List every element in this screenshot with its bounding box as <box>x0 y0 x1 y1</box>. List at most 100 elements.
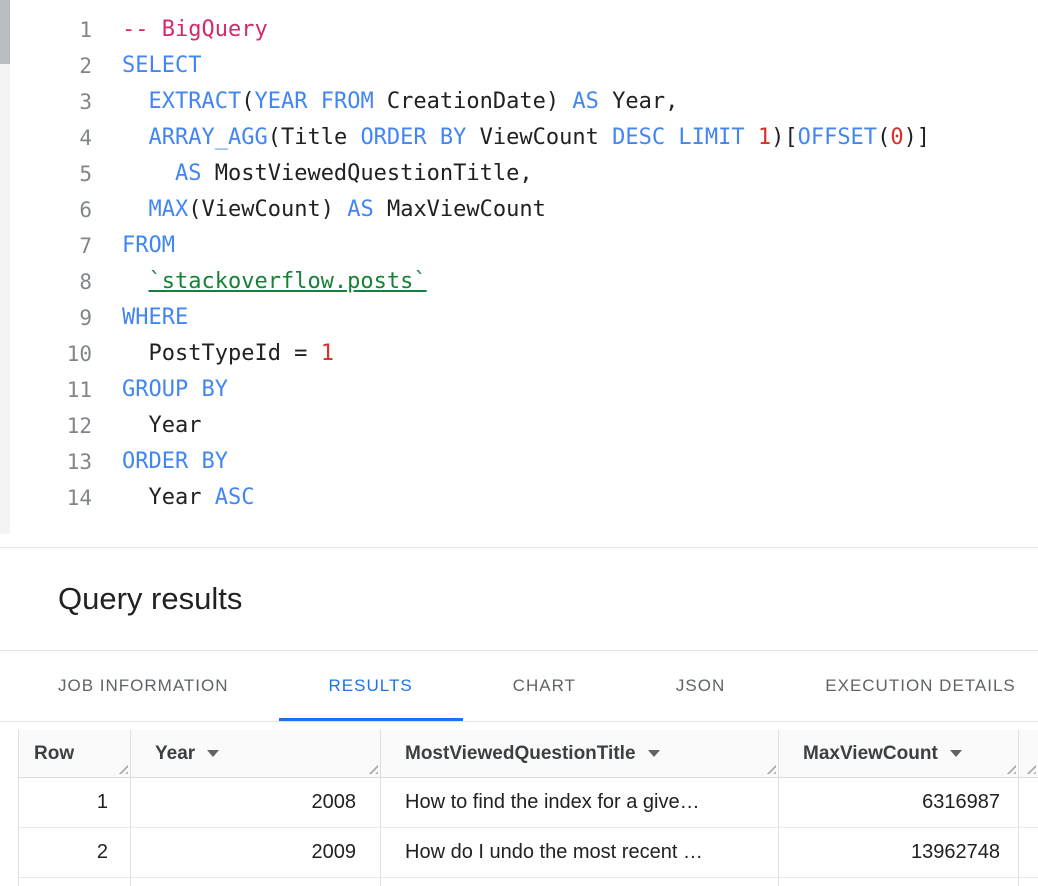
code-text: EXTRACT(YEAR FROM CreationDate) AS Year, <box>122 84 678 120</box>
column-menu-arrow-icon[interactable] <box>950 750 962 757</box>
column-menu-arrow-icon[interactable] <box>207 750 219 757</box>
editor-scrollbar[interactable] <box>0 0 10 534</box>
cell-partial <box>1019 778 1038 827</box>
editor-scrollbar-thumb[interactable] <box>0 0 10 64</box>
token-plain <box>122 161 175 186</box>
token-plain: (ViewCount) <box>188 197 347 222</box>
line-number: 4 <box>0 120 92 156</box>
code-text: WHERE <box>122 300 188 336</box>
token-comment: -- BigQuery <box>122 17 268 42</box>
code-line[interactable]: 14 Year ASC <box>0 480 1038 516</box>
token-plain <box>122 89 149 114</box>
code-line[interactable]: 7 FROM <box>0 228 1038 264</box>
line-number: 6 <box>0 192 92 228</box>
line-number: 9 <box>0 300 92 336</box>
token-table: `stackoverflow.posts` <box>149 269 427 294</box>
line-number: 12 <box>0 408 92 444</box>
tab-json[interactable]: JSON <box>626 651 775 721</box>
code-text: ORDER BY <box>122 444 228 480</box>
table-row: 22009How do I undo the most recent …1396… <box>18 828 1038 878</box>
token-kw: MAX <box>149 197 189 222</box>
code-line[interactable]: 2SELECT <box>0 48 1038 84</box>
code-line[interactable]: 1 -- BigQuery <box>0 12 1038 48</box>
table-body: 12008How to find the index for a give…63… <box>18 778 1038 886</box>
token-kw: ARRAY_AGG <box>149 125 268 150</box>
token-plain <box>122 197 149 222</box>
code-line[interactable]: 5 AS MostViewedQuestionTitle, <box>0 156 1038 192</box>
line-number: 11 <box>0 372 92 408</box>
cell-maxviewcount: 13962748 <box>779 828 1019 877</box>
cell-year: 2008 <box>131 778 381 827</box>
column-header-mostviewedquestiontitle[interactable]: MostViewedQuestionTitle <box>381 730 779 777</box>
tab-job-information[interactable]: JOB INFORMATION <box>8 651 279 721</box>
table-header-row: Row YearMostViewedQuestionTitle MaxViewCou… <box>18 730 1038 778</box>
code-area[interactable]: 1 -- BigQuery 2SELECT3 EXTRACT(YEAR FROM C… <box>0 12 1038 516</box>
code-line[interactable]: 11 GROUP BY <box>0 372 1038 408</box>
token-plain: Year <box>122 413 201 438</box>
code-text: -- BigQuery <box>122 12 268 48</box>
tab-chart[interactable]: CHART <box>463 651 626 721</box>
token-plain: )] <box>904 125 931 150</box>
column-resize-handle[interactable] <box>763 761 776 774</box>
column-header-maxviewcount[interactable]: MaxViewCount <box>779 730 1019 777</box>
column-label: MaxViewCount <box>803 743 938 765</box>
token-plain: Year <box>122 485 215 510</box>
code-line[interactable]: 4 ARRAY_AGG(Title ORDER BY ViewCount DES… <box>0 120 1038 156</box>
code-line[interactable]: 6 MAX(ViewCount) AS MaxViewCount <box>0 192 1038 228</box>
sql-editor[interactable]: 1 -- BigQuery 2SELECT3 EXTRACT(YEAR FROM C… <box>0 0 1038 548</box>
token-kw: DESC <box>612 125 665 150</box>
token-kw: LIMIT <box>678 125 744 150</box>
token-plain: (Title <box>268 125 361 150</box>
cell-row: 2 <box>19 828 131 877</box>
column-resize-handle[interactable] <box>1003 761 1016 774</box>
token-plain: MostViewedQuestionTitle, <box>201 161 532 186</box>
token-plain: Year, <box>599 89 678 114</box>
column-resize-handle[interactable] <box>365 761 378 774</box>
code-line[interactable]: 8 `stackoverflow.posts` <box>0 264 1038 300</box>
token-kw: EXTRACT <box>149 89 242 114</box>
cell-partial <box>381 878 779 886</box>
token-plain: )[ <box>771 125 798 150</box>
column-menu-arrow-icon[interactable] <box>648 750 660 757</box>
line-number: 3 <box>0 84 92 120</box>
token-plain: ( <box>241 89 254 114</box>
code-line[interactable]: 13 ORDER BY <box>0 444 1038 480</box>
results-tabs: JOB INFORMATIONRESULTSCHARTJSONEXECUTION… <box>0 651 1038 722</box>
line-number: 7 <box>0 228 92 264</box>
code-line[interactable]: 9 WHERE <box>0 300 1038 336</box>
cell-maxviewcount: 6316987 <box>779 778 1019 827</box>
code-text: FROM <box>122 228 175 264</box>
line-number: 8 <box>0 264 92 300</box>
column-label: Row <box>34 743 74 765</box>
code-line[interactable]: 10 PostTypeId = 1 <box>0 336 1038 372</box>
cell-partial <box>19 878 131 886</box>
code-text: MAX(ViewCount) AS MaxViewCount <box>122 192 546 228</box>
token-num: 1 <box>321 341 334 366</box>
code-line[interactable]: 12 Year <box>0 408 1038 444</box>
line-number: 1 <box>0 12 92 48</box>
code-text: SELECT <box>122 48 201 84</box>
code-text: Year <box>122 408 201 444</box>
token-kw: GROUP BY <box>122 377 228 402</box>
code-line[interactable]: 3 EXTRACT(YEAR FROM CreationDate) AS Yea… <box>0 84 1038 120</box>
cell-row: 1 <box>19 778 131 827</box>
cell-year: 2009 <box>131 828 381 877</box>
code-text: ARRAY_AGG(Title ORDER BY ViewCount DESC … <box>122 120 930 156</box>
token-num: 1 <box>758 125 771 150</box>
token-kw: OFFSET <box>798 125 877 150</box>
token-plain: CreationDate) <box>374 89 573 114</box>
line-number: 10 <box>0 336 92 372</box>
line-number: 13 <box>0 444 92 480</box>
column-header-year[interactable]: Year <box>131 730 381 777</box>
tab-results[interactable]: RESULTS <box>279 651 463 721</box>
bigquery-console: 1-- BigQuery2SELECT3 EXTRACT(YEAR FROM C… <box>0 0 1038 886</box>
column-header-row[interactable]: Row <box>19 730 131 777</box>
cell-mostviewedquestiontitle: How to find the index for a give… <box>381 778 779 827</box>
tab-execution-details[interactable]: EXECUTION DETAILS <box>775 651 1038 721</box>
column-header-partial <box>1019 730 1038 777</box>
code-text: Year ASC <box>122 480 254 516</box>
cell-partial <box>131 878 381 886</box>
column-resize-handle[interactable] <box>115 761 128 774</box>
token-kw: YEAR <box>254 89 307 114</box>
column-resize-handle[interactable] <box>1023 761 1036 774</box>
